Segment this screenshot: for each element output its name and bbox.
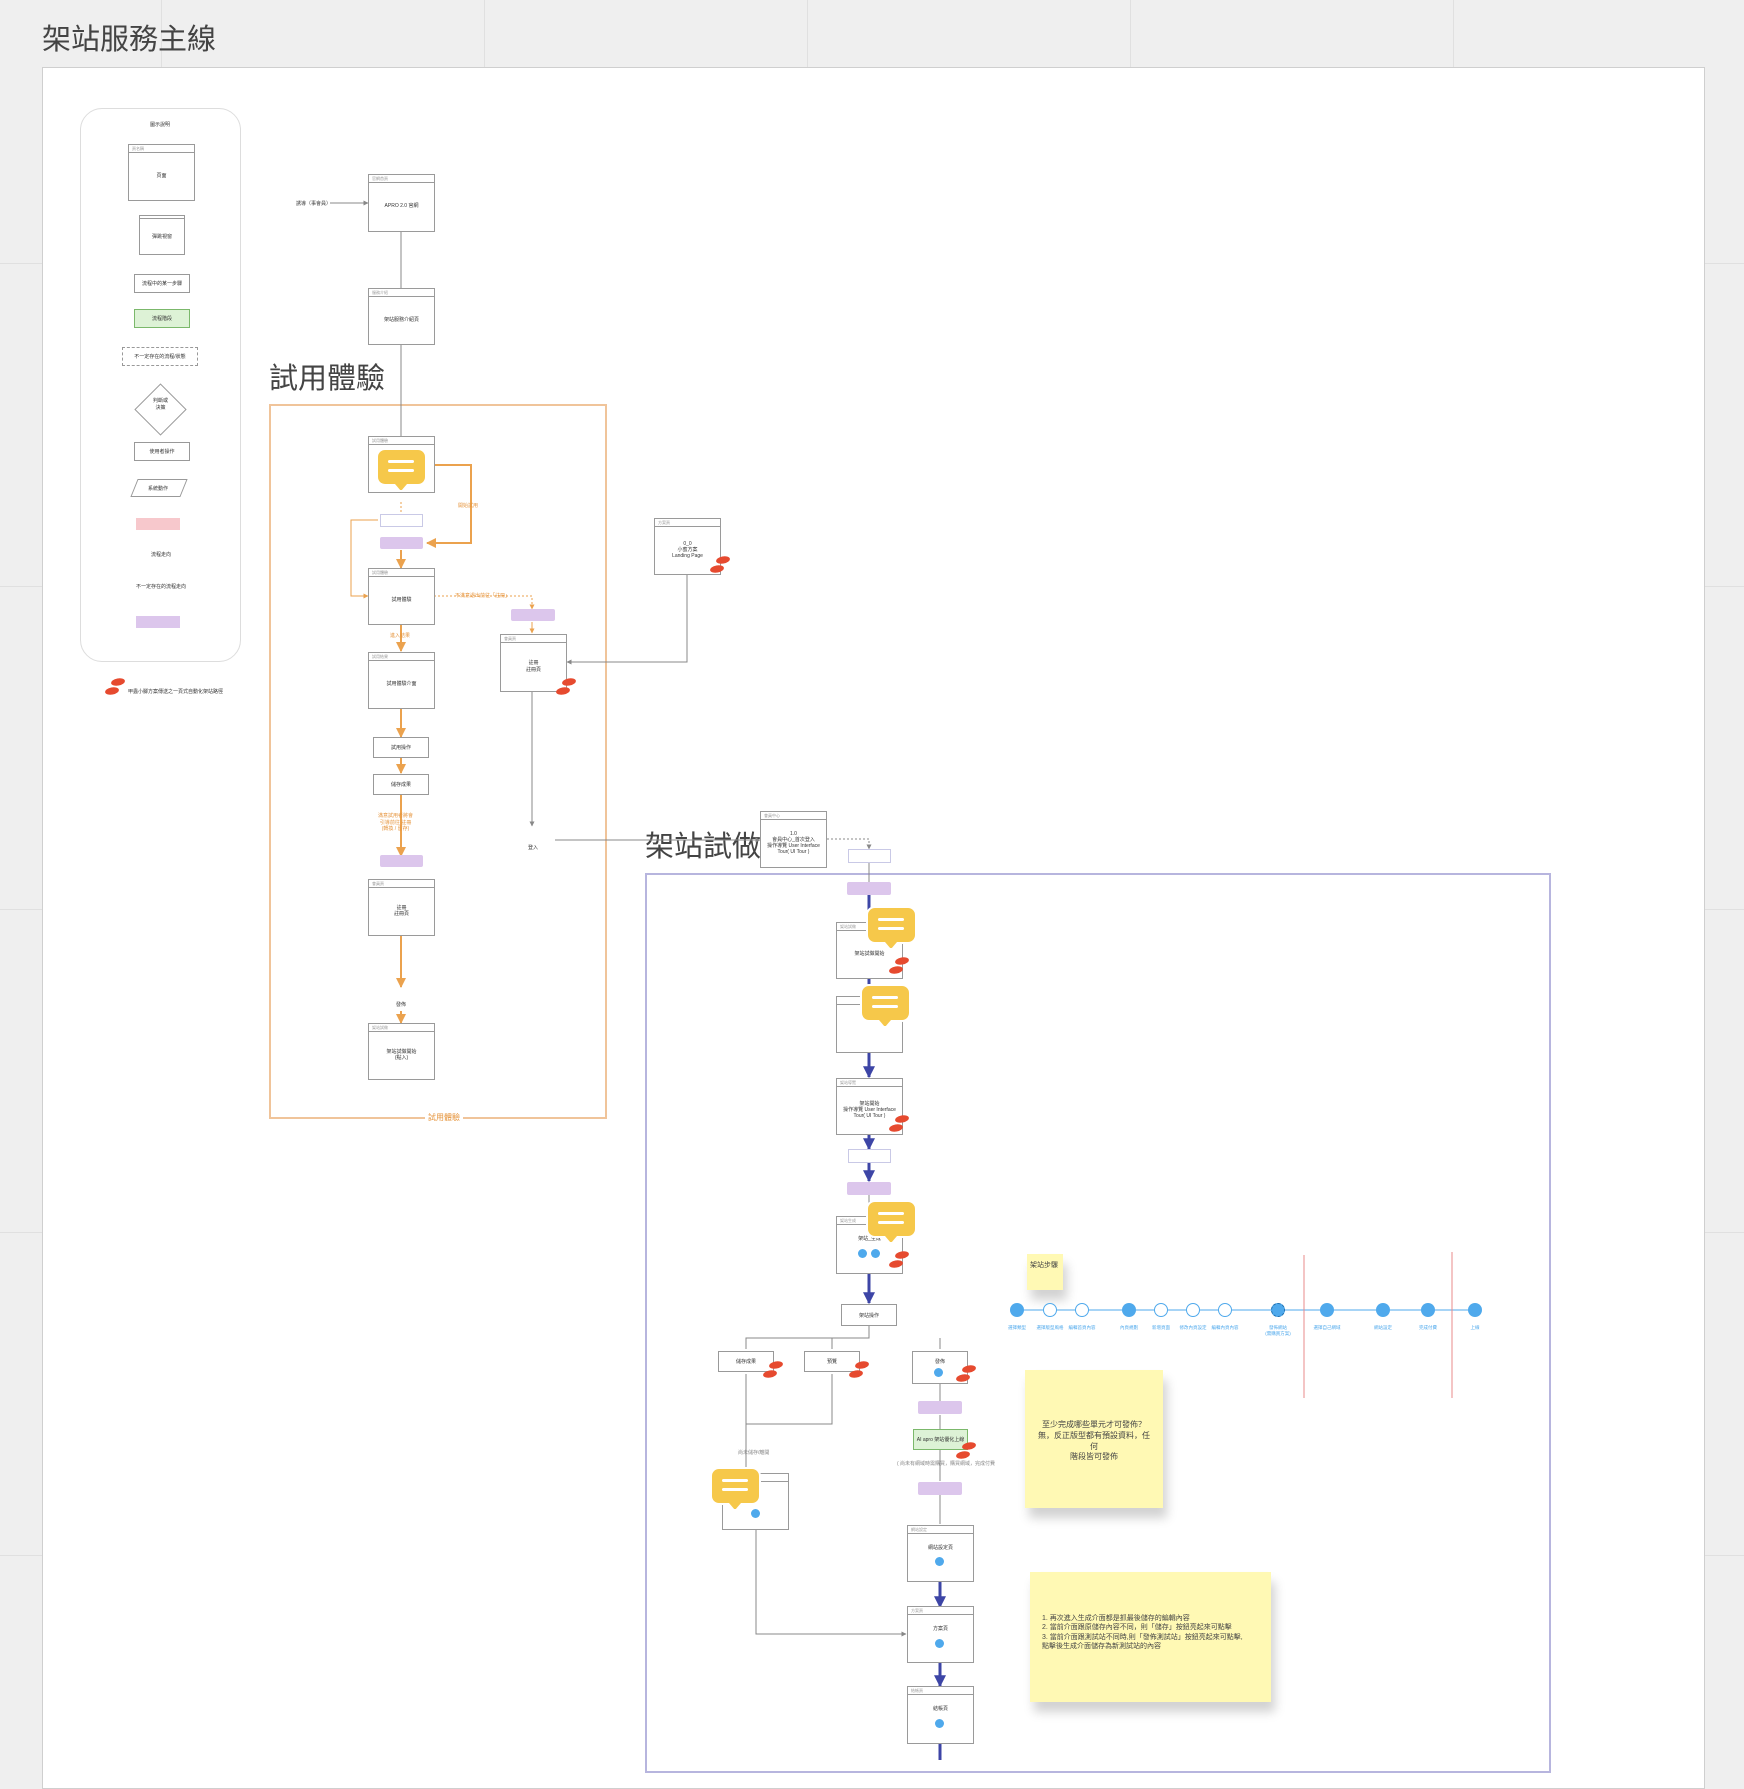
trial-system-pill-1 — [380, 537, 423, 549]
sticky-note-publish: 至少完成哪些單元才可發佈？ 無，反正版型都有預設資料，任何 階段皆可發佈 — [1025, 1370, 1163, 1508]
progress-dot-icon — [871, 1249, 880, 1258]
trial-to-register-label: 不滿意退出前往「註冊」 — [455, 593, 511, 599]
comment-icon[interactable] — [376, 448, 427, 491]
step-node — [1122, 1303, 1136, 1317]
progress-dot-icon — [934, 1368, 943, 1377]
trial-step-placeholder — [380, 514, 423, 527]
build-step-placeholder-1 — [848, 849, 891, 863]
service-intro-page[interactable]: 服務介紹 架站服務介紹頁 — [368, 288, 435, 345]
enter-trial-label: 架站試做開始 (點入) — [386, 1048, 417, 1061]
step-node — [1271, 1303, 1285, 1317]
step-node — [1421, 1303, 1435, 1317]
step-label: 上線 — [1470, 1325, 1480, 1330]
step-label: 選擇自己網域 — [1313, 1325, 1341, 1330]
footprint-icon — [889, 956, 909, 976]
plan-system-pill — [918, 1482, 962, 1495]
progress-dot-icon — [935, 1639, 944, 1648]
footprint-icon — [889, 1114, 909, 1134]
progress-dot-icon — [935, 1719, 944, 1728]
step-label: 編輯首頁內容 — [1068, 1325, 1096, 1330]
trial-page-label: 試用體驗 — [391, 596, 412, 603]
join-label: 登入 — [528, 845, 539, 851]
footprint-icon — [889, 1250, 909, 1270]
publish-system-pill — [918, 1401, 962, 1414]
apro-site-page[interactable]: 官網首頁 APRO 2.0 官網 — [368, 174, 435, 232]
progress-dot-icon — [858, 1249, 867, 1258]
ad-source-label: 誘導（事會員） — [296, 201, 332, 207]
landing-label: 0_0 小蜜方案 Landing Page — [672, 540, 703, 560]
step-node — [1376, 1303, 1390, 1317]
trial-action-box[interactable]: 試用操作 — [373, 737, 429, 758]
member-guide-page[interactable]: 會員中心 1.0 會員中心_首次登入 操作導覽 User Interface T… — [760, 811, 827, 868]
register-system-pill — [511, 609, 555, 621]
plan-page[interactable]: 方案頁 方案頁 — [907, 1606, 974, 1663]
footprint-icon — [956, 1364, 976, 1384]
trial-down-label: 進入結果 — [390, 633, 411, 639]
step-node — [1154, 1303, 1168, 1317]
trial-page[interactable]: 試用體驗 試用體驗 — [368, 568, 435, 625]
flow-edges — [330, 200, 1475, 1760]
trial-system-pill-2 — [380, 855, 423, 867]
not-saved-label: 尚未儲存/離開 — [738, 1450, 770, 1456]
footprint-icon — [710, 555, 730, 575]
trial-save-box[interactable]: 儲存成果 — [373, 774, 429, 795]
progress-dot-icon — [935, 1557, 944, 1566]
trial-result-page[interactable]: 試用結果 試用體驗介面 — [368, 652, 435, 709]
step-node — [1186, 1303, 1200, 1317]
checkout-page[interactable]: 結帳頁 結帳頁 — [907, 1686, 974, 1744]
footprint-icon — [763, 1360, 783, 1380]
footprint-icon — [105, 677, 125, 697]
comment-icon[interactable] — [866, 1200, 917, 1243]
trial-result-label: 試用體驗介面 — [386, 680, 417, 687]
register-right-label: 註冊 註冊頁 — [525, 660, 541, 673]
progress-dot-icon — [751, 1509, 760, 1518]
apro-site-label: APRO 2.0 官網 — [384, 203, 419, 210]
step-node — [1043, 1303, 1057, 1317]
register-page-trial[interactable]: 會員頁 註冊 註冊頁 — [368, 879, 435, 936]
comment-icon[interactable] — [860, 984, 911, 1027]
steps-title-note: 架站步驟 — [1027, 1254, 1063, 1290]
step-node — [1218, 1303, 1232, 1317]
sticky-note-save: 1. 再次進入生成介面都是抓最後儲存的編輯內容 2. 當前介面跟原儲存內容不同，… — [1030, 1572, 1271, 1702]
footprint-icon — [956, 1441, 976, 1461]
step-node — [1468, 1303, 1482, 1317]
step-node — [1010, 1303, 1024, 1317]
footprint-icon — [556, 677, 576, 697]
service-intro-label: 架站服務介紹頁 — [383, 316, 419, 323]
trial-edge-label-a: 開始試用 — [458, 503, 479, 509]
build-system-pill-2 — [847, 1182, 891, 1195]
publish-note-label: ( 尚未有網域時需購買，購買網域，完成付費 — [897, 1461, 996, 1467]
member-guide-label: 1.0 會員中心_首次登入 操作導覽 User Interface Tour( … — [767, 830, 820, 856]
build-system-pill-1 — [847, 882, 891, 895]
site-settings-page[interactable]: 網站設定 網站設定頁 — [907, 1525, 974, 1582]
enter-trial-page[interactable]: 架站試做 架站試做開始 (點入) — [368, 1023, 435, 1080]
step-label: 編輯內頁內容 — [1211, 1325, 1239, 1330]
step-node — [1075, 1303, 1089, 1317]
comment-icon[interactable] — [710, 1467, 761, 1510]
plan-page-label: 方案頁 — [932, 1626, 948, 1632]
footprint-icon — [849, 1360, 869, 1380]
register-trial-label: 註冊 註冊頁 — [393, 904, 409, 917]
comment-icon[interactable] — [866, 906, 917, 949]
done-label: 發佈 — [396, 1002, 407, 1008]
step-label: 網站設定 — [1374, 1325, 1392, 1330]
build-step-placeholder-2 — [848, 1149, 891, 1163]
build-action-box[interactable]: 架站操作 — [841, 1304, 897, 1326]
step-label: 發佈網站 (需購買方案) — [1265, 1325, 1291, 1336]
step-label: 完成付費 — [1419, 1325, 1437, 1330]
publish-header — [913, 1352, 967, 1359]
trial-decision-label: 滿意試用者將會 引導前往 註冊 (轉換 / 留存) — [378, 813, 414, 832]
step-node — [1320, 1303, 1334, 1317]
